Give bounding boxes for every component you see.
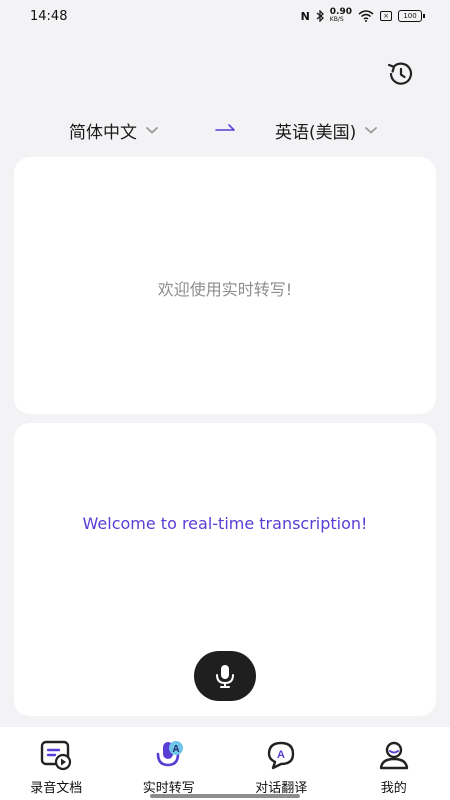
source-transcript-text: 欢迎使用实时转写! (157, 280, 293, 299)
tab-dialogue-translate[interactable]: A 对话翻译 (225, 727, 338, 800)
sim-icon: × (380, 11, 392, 21)
tab-label: 录音文档 (30, 781, 83, 796)
home-indicator[interactable] (150, 794, 300, 798)
status-time: 14:48 (30, 8, 68, 24)
status-icons: N 0.90 KB/S × 100 (300, 7, 425, 24)
profile-icon (379, 741, 408, 770)
svg-text:A: A (172, 744, 179, 755)
language-selector-row: 简体中文 英语(美国) (0, 112, 450, 148)
translation-card: Welcome to real-time transcription! (14, 423, 436, 716)
microphone-button[interactable] (194, 651, 256, 701)
dialogue-translate-icon: A (268, 741, 295, 770)
history-icon (387, 62, 413, 85)
status-bar: 14:48 N 0.90 KB/S × 100 (0, 0, 450, 32)
arrow-right-icon[interactable] (214, 122, 236, 136)
bluetooth-icon (316, 10, 324, 22)
translation-text: Welcome to real-time transcription! (82, 514, 368, 533)
history-button[interactable] (385, 60, 415, 88)
tab-label: 我的 (380, 781, 407, 796)
chevron-down-icon (365, 127, 378, 134)
nfc-icon: N (300, 9, 310, 23)
network-speed: 0.90 KB/S (329, 7, 352, 24)
recording-doc-icon (41, 740, 72, 771)
source-language-label: 简体中文 (69, 122, 137, 143)
tab-profile[interactable]: 我的 (338, 727, 450, 800)
realtime-transcribe-icon: A (156, 741, 183, 767)
wifi-icon (358, 10, 374, 22)
battery-icon: 100 (398, 10, 425, 22)
svg-text:A: A (277, 749, 285, 761)
tab-recording-docs[interactable]: 录音文档 (0, 727, 113, 800)
target-language-label: 英语(美国) (275, 122, 357, 143)
tab-realtime-transcribe[interactable]: A 实时转写 (113, 727, 226, 800)
source-transcript-card: 欢迎使用实时转写! (14, 157, 436, 414)
source-language-select[interactable]: 简体中文 (69, 118, 159, 143)
bottom-tab-bar: 录音文档 A 实时转写 A 对话翻译 我的 (0, 727, 450, 800)
microphone-icon (216, 665, 234, 688)
target-language-select[interactable]: 英语(美国) (275, 118, 378, 143)
chevron-down-icon (146, 127, 158, 134)
